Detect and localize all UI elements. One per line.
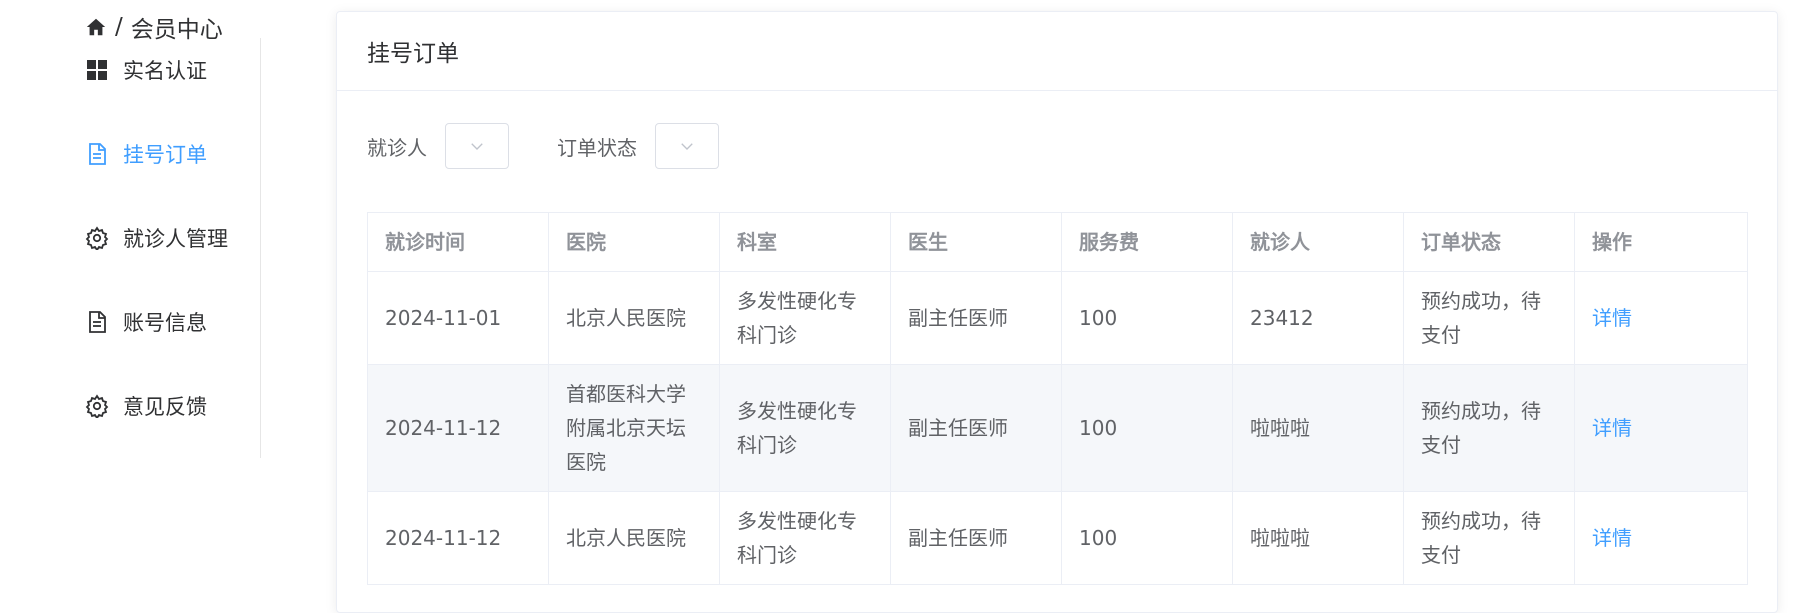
sidebar-item-orders[interactable]: 挂号订单 <box>85 134 260 174</box>
cell-status: 预约成功，待支付 <box>1403 271 1575 365</box>
table-row: 2024-11-01 北京人民医院 多发性硬化专科门诊 副主任医师 100 23… <box>367 271 1748 365</box>
column-header: 科室 <box>719 212 891 272</box>
column-header: 医院 <box>548 212 720 272</box>
cell-hospital: 首都医科大学附属北京天坛医院 <box>548 364 720 492</box>
cell-doctor: 副主任医师 <box>890 271 1062 365</box>
table-row: 2024-11-12 北京人民医院 多发性硬化专科门诊 副主任医师 100 啦啦… <box>367 491 1748 585</box>
cell-action: 详情 <box>1574 491 1748 585</box>
cell-fee: 100 <box>1061 491 1233 585</box>
column-header: 医生 <box>890 212 1062 272</box>
column-header: 操作 <box>1574 212 1748 272</box>
patient-filter-label: 就诊人 <box>367 135 427 160</box>
details-link[interactable]: 详情 <box>1592 416 1632 440</box>
patient-select[interactable] <box>445 123 509 169</box>
details-link[interactable]: 详情 <box>1592 526 1632 550</box>
sidebar-item-label: 实名认证 <box>123 59 207 83</box>
cell-patient: 23412 <box>1232 271 1404 365</box>
chevron-down-icon <box>468 137 486 155</box>
orders-card: 挂号订单 就诊人 订单状态 就诊时间 医院 科室 医生 服务费 就诊人 订单状态… <box>336 11 1778 613</box>
table-header-row: 就诊时间 医院 科室 医生 服务费 就诊人 订单状态 操作 <box>367 212 1748 272</box>
column-header: 订单状态 <box>1403 212 1575 272</box>
details-link[interactable]: 详情 <box>1592 306 1632 330</box>
cell-date: 2024-11-12 <box>367 364 549 492</box>
cell-action: 详情 <box>1574 271 1748 365</box>
cell-patient: 啦啦啦 <box>1232 364 1404 492</box>
cell-doctor: 副主任医师 <box>890 364 1062 492</box>
cell-date: 2024-11-12 <box>367 491 549 585</box>
sidebar-item-patients[interactable]: 就诊人管理 <box>85 218 260 258</box>
file-text-icon <box>85 310 109 334</box>
cell-status: 预约成功，待支付 <box>1403 491 1575 585</box>
gear-icon <box>85 226 109 250</box>
orders-table: 就诊时间 医院 科室 医生 服务费 就诊人 订单状态 操作 2024-11-01… <box>367 212 1748 585</box>
column-header: 就诊人 <box>1232 212 1404 272</box>
sidebar-item-label: 挂号订单 <box>123 143 207 167</box>
status-select[interactable] <box>655 123 719 169</box>
column-header: 服务费 <box>1061 212 1233 272</box>
cell-doctor: 副主任医师 <box>890 491 1062 585</box>
cell-department: 多发性硬化专科门诊 <box>719 491 891 585</box>
cell-hospital: 北京人民医院 <box>548 491 720 585</box>
sidebar-item-feedback[interactable]: 意见反馈 <box>85 386 260 426</box>
sidebar-item-account[interactable]: 账号信息 <box>85 302 260 342</box>
sidebar-item-label: 账号信息 <box>123 311 207 335</box>
sidebar-item-verification[interactable]: 实名认证 <box>85 50 260 90</box>
cell-status: 预约成功，待支付 <box>1403 364 1575 492</box>
cell-department: 多发性硬化专科门诊 <box>719 364 891 492</box>
status-filter-label: 订单状态 <box>557 135 637 160</box>
document-icon <box>85 142 109 166</box>
column-header: 就诊时间 <box>367 212 549 272</box>
cell-date: 2024-11-01 <box>367 271 549 365</box>
sidebar-item-label: 意见反馈 <box>123 395 207 419</box>
breadcrumb-separator: / <box>115 14 123 40</box>
grid-icon <box>85 58 109 82</box>
cell-fee: 100 <box>1061 271 1233 365</box>
cell-fee: 100 <box>1061 364 1233 492</box>
card-title: 挂号订单 <box>367 41 459 67</box>
filters: 就诊人 订单状态 <box>367 122 767 170</box>
sidebar: 实名认证 挂号订单 就诊人管理 账号信息 意见反馈 <box>85 38 261 458</box>
home-icon[interactable] <box>85 16 107 38</box>
card-header: 挂号订单 <box>337 12 1777 91</box>
chevron-down-icon <box>678 137 696 155</box>
cell-department: 多发性硬化专科门诊 <box>719 271 891 365</box>
gear-icon <box>85 394 109 418</box>
table-row: 2024-11-12 首都医科大学附属北京天坛医院 多发性硬化专科门诊 副主任医… <box>367 364 1748 492</box>
cell-action: 详情 <box>1574 364 1748 492</box>
cell-hospital: 北京人民医院 <box>548 271 720 365</box>
sidebar-item-label: 就诊人管理 <box>123 227 228 251</box>
cell-patient: 啦啦啦 <box>1232 491 1404 585</box>
